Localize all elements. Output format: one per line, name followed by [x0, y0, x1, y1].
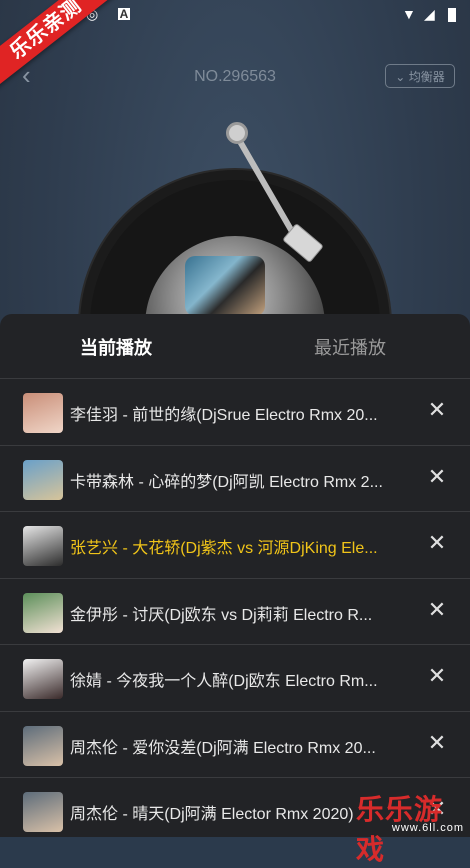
close-icon[interactable]: ✕ — [426, 731, 448, 754]
playlist-row[interactable]: 周杰伦 - 爱你没差(Dj阿满 Electro Rmx 20... ✕ — [0, 710, 470, 777]
track-title: 徐婧 - 今夜我一个人醉(Dj欧东 Electro Rm... — [70, 673, 378, 690]
playlist-row[interactable]: 卡带森林 - 心碎的梦(Dj阿凯 Electro Rmx 2... ✕ — [0, 444, 470, 511]
turntable — [0, 0, 470, 320]
track-title: 李佳羽 - 前世的缘(DjSrue Electro Rmx 20... — [70, 407, 378, 424]
track-title: 卡带森林 - 心碎的梦(Dj阿凯 Electro Rmx 2... — [70, 473, 383, 491]
playlist-row[interactable]: 张艺兴 - 大花轿(Dj紫杰 vs 河源DjKing Ele... ✕ — [0, 511, 470, 577]
playlist-row[interactable]: 徐婧 - 今夜我一个人醉(Dj欧东 Electro Rm... ✕ — [0, 644, 470, 710]
site-watermark: 乐乐游戏 www.6ll.com — [356, 788, 470, 865]
track-title: 金伊彤 - 讨厌(Dj欧东 vs Dj莉莉 Electro R... — [70, 606, 373, 624]
track-thumbnail — [23, 592, 63, 633]
playlist-row[interactable]: 金伊彤 - 讨厌(Dj欧东 vs Dj莉莉 Electro R... ✕ — [0, 577, 470, 644]
tab-current-playing[interactable]: 当前播放 — [80, 334, 152, 360]
track-title: 周杰伦 - 爱你没差(Dj阿满 Electro Rmx 20... — [70, 739, 376, 757]
close-icon[interactable]: ✕ — [426, 465, 448, 488]
track-thumbnail — [23, 659, 63, 699]
watermark-url: www.6ll.com — [391, 822, 464, 834]
tab-recent-played[interactable]: 最近播放 — [314, 334, 386, 360]
track-thumbnail — [23, 526, 63, 566]
close-icon[interactable]: ✕ — [426, 598, 448, 621]
close-icon[interactable]: ✕ — [426, 665, 448, 687]
close-icon[interactable]: ✕ — [426, 532, 448, 554]
track-thumbnail — [23, 393, 63, 433]
track-thumbnail — [23, 459, 63, 500]
track-thumbnail — [23, 792, 63, 832]
close-icon[interactable]: ✕ — [426, 399, 448, 421]
tonearm-pivot — [226, 122, 248, 144]
track-title: 张艺兴 - 大花轿(Dj紫杰 vs 河源DjKing Ele... — [70, 540, 378, 557]
playlist-row[interactable]: 李佳羽 - 前世的缘(DjSrue Electro Rmx 20... ✕ — [0, 378, 470, 444]
cover-art — [185, 256, 265, 316]
track-thumbnail — [23, 725, 63, 766]
playlist-tabs: 当前播放 最近播放 — [0, 314, 470, 378]
playlist-sheet: 当前播放 最近播放 李佳羽 - 前世的缘(DjSrue Electro Rmx … — [0, 314, 470, 837]
